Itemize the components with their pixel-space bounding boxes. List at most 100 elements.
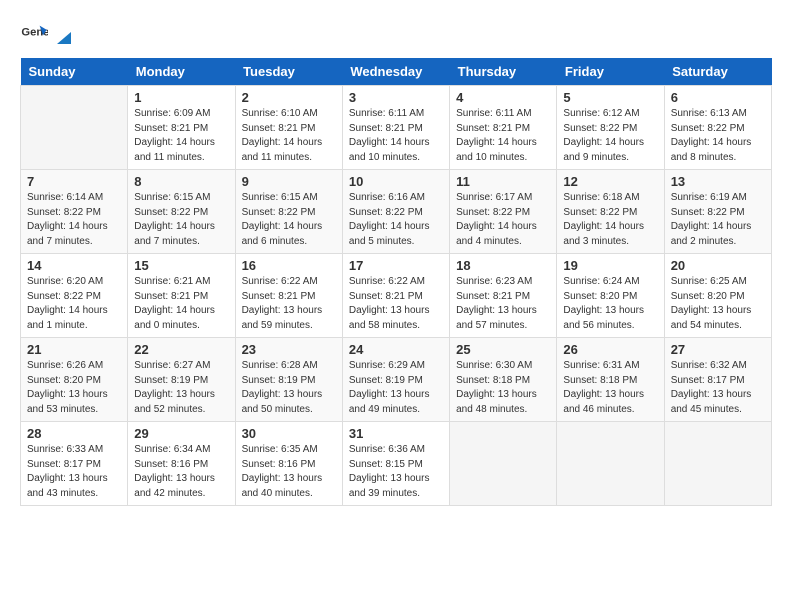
day-info: Sunrise: 6:16 AMSunset: 8:22 PMDaylight:…	[349, 191, 443, 249]
day-info: Sunrise: 6:31 AMSunset: 8:18 PMDaylight:…	[563, 359, 657, 417]
day-info: Sunrise: 6:13 AMSunset: 8:22 PMDaylight:…	[671, 107, 765, 165]
logo-icon: General	[20, 20, 48, 48]
day-info: Sunrise: 6:11 AMSunset: 8:21 PMDaylight:…	[349, 107, 443, 165]
calendar-cell: 23Sunrise: 6:28 AMSunset: 8:19 PMDayligh…	[235, 338, 342, 422]
calendar-cell: 22Sunrise: 6:27 AMSunset: 8:19 PMDayligh…	[128, 338, 235, 422]
calendar-week-row: 7 Sunrise: 6:14 AMSunset: 8:22 PMDaylight…	[21, 170, 772, 254]
calendar-cell: 24 Sunrise: 6:29 AMSunset: 8:19 PMDayligh…	[342, 338, 449, 422]
day-number: 29	[134, 426, 228, 441]
day-info: Sunrise: 6:22 AMSunset: 8:21 PMDaylight:…	[242, 275, 336, 333]
calendar-table: SundayMondayTuesdayWednesdayThursdayFrid…	[20, 58, 772, 506]
calendar-cell: 13 Sunrise: 6:19 AMSunset: 8:22 PMDayligh…	[664, 170, 771, 254]
day-header-saturday: Saturday	[664, 58, 771, 86]
day-info: Sunrise: 6:36 AMSunset: 8:15 PMDaylight:…	[349, 443, 443, 501]
calendar-cell: 28Sunrise: 6:33 AMSunset: 8:17 PMDayligh…	[21, 422, 128, 506]
day-info: Sunrise: 6:17 AMSunset: 8:22 PMDaylight:…	[456, 191, 550, 249]
calendar-cell: 16 Sunrise: 6:22 AMSunset: 8:21 PMDayligh…	[235, 254, 342, 338]
calendar-cell: 3 Sunrise: 6:11 AMSunset: 8:21 PMDaylight…	[342, 86, 449, 170]
day-number: 18	[456, 258, 550, 273]
calendar-cell: 9Sunrise: 6:15 AMSunset: 8:22 PMDaylight…	[235, 170, 342, 254]
day-number: 7	[27, 174, 121, 189]
day-info: Sunrise: 6:14 AMSunset: 8:22 PMDaylight:…	[27, 191, 121, 249]
day-info: Sunrise: 6:28 AMSunset: 8:19 PMDaylight:…	[242, 359, 336, 417]
calendar-cell	[21, 86, 128, 170]
day-number: 5	[563, 90, 657, 105]
day-info: Sunrise: 6:09 AMSunset: 8:21 PMDaylight:…	[134, 107, 228, 165]
day-info: Sunrise: 6:33 AMSunset: 8:17 PMDaylight:…	[27, 443, 121, 501]
day-info: Sunrise: 6:10 AMSunset: 8:21 PMDaylight:…	[242, 107, 336, 165]
calendar-cell: 31 Sunrise: 6:36 AMSunset: 8:15 PMDayligh…	[342, 422, 449, 506]
calendar-cell: 11Sunrise: 6:17 AMSunset: 8:22 PMDayligh…	[450, 170, 557, 254]
day-info: Sunrise: 6:23 AMSunset: 8:21 PMDaylight:…	[456, 275, 550, 333]
calendar-week-row: 14 Sunrise: 6:20 AMSunset: 8:22 PMDayligh…	[21, 254, 772, 338]
calendar-cell: 29 Sunrise: 6:34 AMSunset: 8:16 PMDayligh…	[128, 422, 235, 506]
calendar-cell: 8 Sunrise: 6:15 AMSunset: 8:22 PMDaylight…	[128, 170, 235, 254]
day-number: 15	[134, 258, 228, 273]
day-number: 4	[456, 90, 550, 105]
day-header-thursday: Thursday	[450, 58, 557, 86]
calendar-cell: 19 Sunrise: 6:24 AMSunset: 8:20 PMDayligh…	[557, 254, 664, 338]
calendar-cell	[557, 422, 664, 506]
calendar-cell: 12 Sunrise: 6:18 AMSunset: 8:22 PMDayligh…	[557, 170, 664, 254]
day-number: 17	[349, 258, 443, 273]
day-info: Sunrise: 6:24 AMSunset: 8:20 PMDaylight:…	[563, 275, 657, 333]
day-number: 13	[671, 174, 765, 189]
day-number: 30	[242, 426, 336, 441]
calendar-header-row: SundayMondayTuesdayWednesdayThursdayFrid…	[21, 58, 772, 86]
calendar-cell: 17 Sunrise: 6:22 AMSunset: 8:21 PMDayligh…	[342, 254, 449, 338]
day-info: Sunrise: 6:20 AMSunset: 8:22 PMDaylight:…	[27, 275, 121, 333]
day-info: Sunrise: 6:35 AMSunset: 8:16 PMDaylight:…	[242, 443, 336, 501]
day-info: Sunrise: 6:15 AMSunset: 8:22 PMDaylight:…	[242, 191, 336, 249]
day-number: 20	[671, 258, 765, 273]
day-number: 16	[242, 258, 336, 273]
calendar-cell: 5 Sunrise: 6:12 AMSunset: 8:22 PMDaylight…	[557, 86, 664, 170]
day-info: Sunrise: 6:29 AMSunset: 8:19 PMDaylight:…	[349, 359, 443, 417]
day-number: 19	[563, 258, 657, 273]
calendar-cell	[450, 422, 557, 506]
day-info: Sunrise: 6:34 AMSunset: 8:16 PMDaylight:…	[134, 443, 228, 501]
day-number: 12	[563, 174, 657, 189]
day-info: Sunrise: 6:30 AMSunset: 8:18 PMDaylight:…	[456, 359, 550, 417]
calendar-cell: 2 Sunrise: 6:10 AMSunset: 8:21 PMDaylight…	[235, 86, 342, 170]
day-header-friday: Friday	[557, 58, 664, 86]
day-number: 3	[349, 90, 443, 105]
day-info: Sunrise: 6:15 AMSunset: 8:22 PMDaylight:…	[134, 191, 228, 249]
day-number: 10	[349, 174, 443, 189]
day-number: 31	[349, 426, 443, 441]
logo-triangle-icon	[53, 26, 75, 48]
day-header-tuesday: Tuesday	[235, 58, 342, 86]
logo: General	[20, 20, 75, 48]
day-number: 27	[671, 342, 765, 357]
day-number: 8	[134, 174, 228, 189]
day-number: 21	[27, 342, 121, 357]
calendar-cell: 15Sunrise: 6:21 AMSunset: 8:21 PMDayligh…	[128, 254, 235, 338]
day-info: Sunrise: 6:27 AMSunset: 8:19 PMDaylight:…	[134, 359, 228, 417]
day-info: Sunrise: 6:32 AMSunset: 8:17 PMDaylight:…	[671, 359, 765, 417]
calendar-cell: 18 Sunrise: 6:23 AMSunset: 8:21 PMDayligh…	[450, 254, 557, 338]
calendar-cell: 25Sunrise: 6:30 AMSunset: 8:18 PMDayligh…	[450, 338, 557, 422]
day-number: 1	[134, 90, 228, 105]
day-number: 24	[349, 342, 443, 357]
calendar-cell	[664, 422, 771, 506]
calendar-week-row: 28Sunrise: 6:33 AMSunset: 8:17 PMDayligh…	[21, 422, 772, 506]
day-number: 2	[242, 90, 336, 105]
day-info: Sunrise: 6:19 AMSunset: 8:22 PMDaylight:…	[671, 191, 765, 249]
day-info: Sunrise: 6:22 AMSunset: 8:21 PMDaylight:…	[349, 275, 443, 333]
day-number: 14	[27, 258, 121, 273]
day-header-sunday: Sunday	[21, 58, 128, 86]
calendar-cell: 7 Sunrise: 6:14 AMSunset: 8:22 PMDaylight…	[21, 170, 128, 254]
calendar-cell: 14 Sunrise: 6:20 AMSunset: 8:22 PMDayligh…	[21, 254, 128, 338]
day-header-wednesday: Wednesday	[342, 58, 449, 86]
calendar-cell: 20 Sunrise: 6:25 AMSunset: 8:20 PMDayligh…	[664, 254, 771, 338]
day-info: Sunrise: 6:18 AMSunset: 8:22 PMDaylight:…	[563, 191, 657, 249]
day-info: Sunrise: 6:12 AMSunset: 8:22 PMDaylight:…	[563, 107, 657, 165]
day-number: 26	[563, 342, 657, 357]
day-info: Sunrise: 6:25 AMSunset: 8:20 PMDaylight:…	[671, 275, 765, 333]
calendar-cell: 6Sunrise: 6:13 AMSunset: 8:22 PMDaylight…	[664, 86, 771, 170]
calendar-cell: 4Sunrise: 6:11 AMSunset: 8:21 PMDaylight…	[450, 86, 557, 170]
calendar-cell: 30 Sunrise: 6:35 AMSunset: 8:16 PMDayligh…	[235, 422, 342, 506]
calendar-week-row: 1 Sunrise: 6:09 AMSunset: 8:21 PMDaylight…	[21, 86, 772, 170]
calendar-cell: 21Sunrise: 6:26 AMSunset: 8:20 PMDayligh…	[21, 338, 128, 422]
calendar-cell: 27 Sunrise: 6:32 AMSunset: 8:17 PMDayligh…	[664, 338, 771, 422]
calendar-week-row: 21Sunrise: 6:26 AMSunset: 8:20 PMDayligh…	[21, 338, 772, 422]
